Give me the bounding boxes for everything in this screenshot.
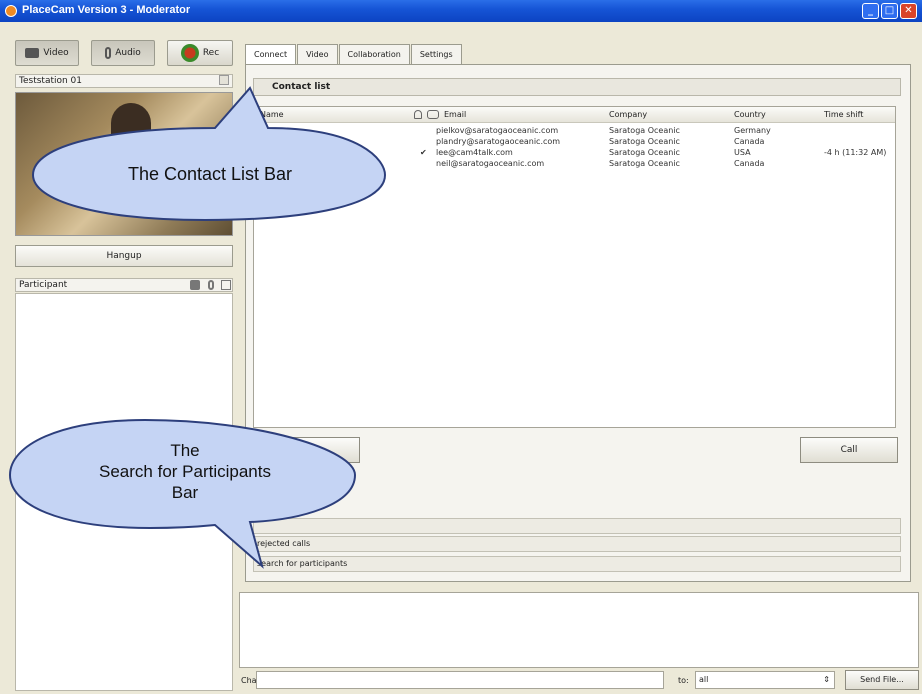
search-callout-line3: Bar (171, 483, 199, 502)
annotation-callouts (8, 86, 387, 569)
search-bar-callout: The Search for Participants Bar (30, 440, 340, 503)
search-callout-line1: The (170, 441, 200, 460)
search-callout-line2: Search for Participants (99, 462, 271, 481)
contact-bar-callout-bubble (31, 86, 387, 222)
contact-bar-callout: The Contact List Bar (127, 164, 293, 184)
